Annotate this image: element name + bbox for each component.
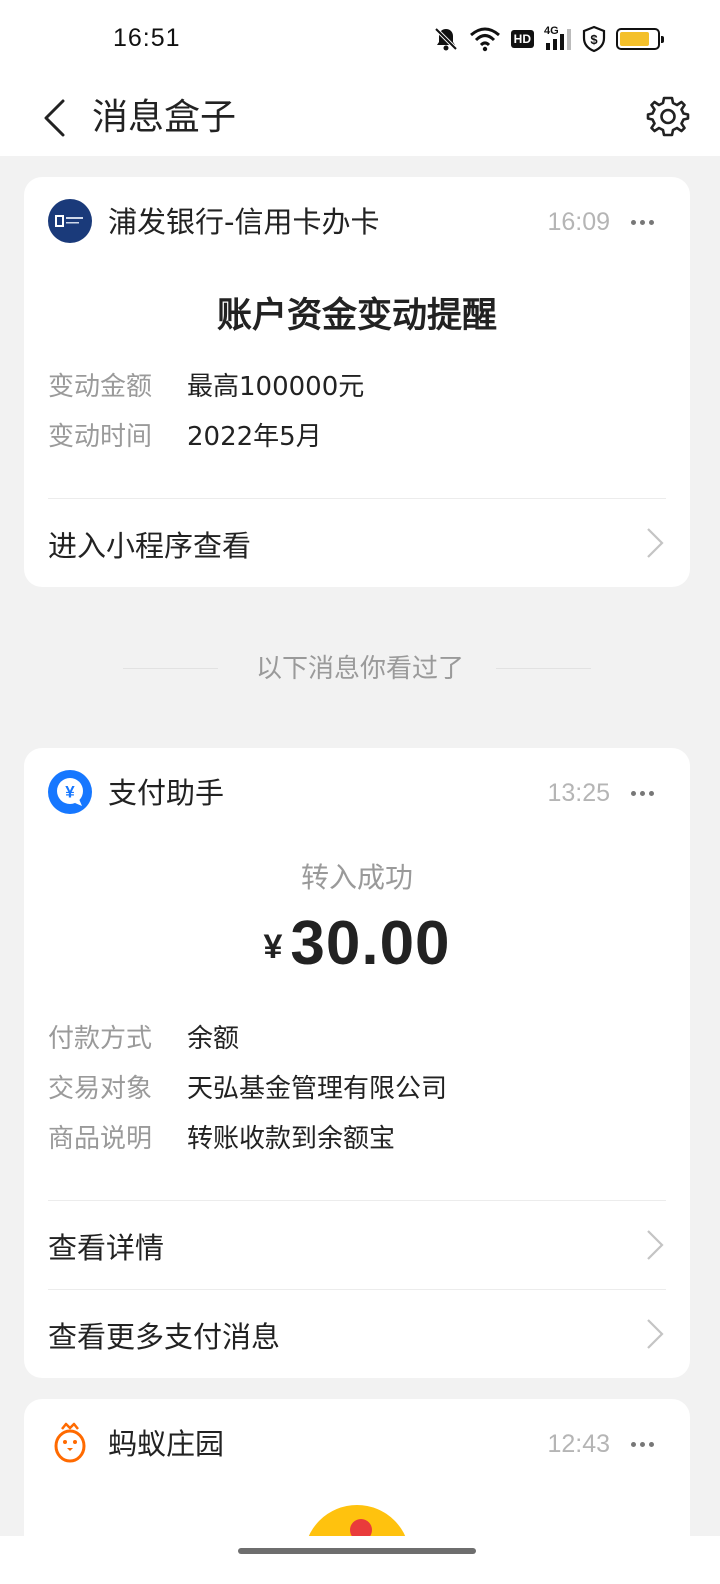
chevron-right-icon (647, 1230, 664, 1260)
more-payment-messages-link[interactable]: 查看更多支付消息 (48, 1304, 666, 1364)
field-value: 余额 (187, 1024, 240, 1054)
action-label: 进入小程序查看 (48, 529, 252, 563)
separator-text: 以下消息你看过了 (255, 654, 464, 684)
signal-icon: 4G (544, 25, 572, 51)
divider (48, 1200, 666, 1201)
chick-icon (48, 1421, 92, 1465)
settings-button[interactable] (644, 88, 692, 144)
svg-text:¥: ¥ (65, 783, 75, 802)
svg-text:$: $ (590, 32, 598, 47)
card-header: 浦发银行-信用卡办卡 16:09 (48, 199, 666, 245)
message-card-payment: ¥ 支付助手 13:25 转入成功 ¥30.00 付款方式 余额 交易对象 天弘… (24, 748, 690, 1378)
action-label: 查看更多支付消息 (48, 1320, 281, 1354)
message-time: 13:25 (547, 779, 610, 807)
field-value: 2022年5月 (187, 422, 322, 452)
home-indicator[interactable] (238, 1548, 476, 1554)
yuan-icon: ¥ (48, 770, 92, 814)
shield-dollar-icon: $ (582, 25, 606, 53)
transaction-amount: ¥30.00 (24, 908, 690, 979)
field-label: 商品说明 (48, 1124, 153, 1154)
battery-level (620, 32, 649, 46)
status-time: 16:51 (113, 24, 181, 52)
chevron-left-icon (44, 99, 65, 137)
field-row: 变动时间 2022年5月 (48, 419, 666, 455)
card-header: ¥ 支付助手 13:25 (48, 770, 666, 816)
currency-symbol: ¥ (263, 928, 283, 966)
message-time: 12:43 (547, 1430, 610, 1458)
sender-name: 蚂蚁庄园 (108, 1427, 225, 1461)
battery-icon (616, 28, 664, 50)
message-card-spdb: 浦发银行-信用卡办卡 16:09 账户资金变动提醒 变动金额 最高100000元… (24, 177, 690, 587)
card-header: 蚂蚁庄园 12:43 (48, 1421, 666, 1467)
transaction-status: 转入成功 (300, 861, 413, 894)
amount-value: 30.00 (290, 909, 451, 978)
open-miniprogram-link[interactable]: 进入小程序查看 (48, 513, 666, 573)
sender-name: 支付助手 (108, 776, 225, 810)
field-label: 变动金额 (48, 372, 153, 402)
chevron-right-icon (647, 1319, 664, 1349)
action-label: 查看详情 (48, 1231, 165, 1265)
more-icon[interactable] (626, 199, 658, 245)
divider (48, 1289, 666, 1290)
field-row: 商品说明 转账收款到余额宝 (48, 1121, 666, 1157)
status-icons: HD 4G $ (433, 24, 664, 54)
field-row: 变动金额 最高100000元 (48, 369, 666, 405)
gesture-bar (0, 1536, 720, 1584)
gear-icon (646, 96, 690, 137)
more-icon[interactable] (626, 1421, 658, 1467)
field-value: 转账收款到余额宝 (187, 1124, 396, 1154)
field-value: 最高100000元 (187, 372, 365, 402)
field-label: 变动时间 (48, 422, 153, 452)
view-details-link[interactable]: 查看详情 (48, 1215, 666, 1275)
nav-bar: 消息盒子 (0, 80, 720, 156)
field-row: 付款方式 余额 (48, 1021, 666, 1057)
chevron-right-icon (647, 528, 664, 558)
page-title: 消息盒子 (92, 97, 237, 138)
message-time: 16:09 (547, 208, 610, 236)
divider (48, 498, 666, 499)
separator-line (496, 668, 591, 669)
bell-muted-icon (433, 26, 459, 52)
status-bar: 16:51 HD 4G $ (0, 0, 720, 80)
back-button[interactable] (34, 92, 74, 144)
field-label: 付款方式 (48, 1024, 153, 1054)
field-label: 交易对象 (48, 1074, 153, 1104)
more-icon[interactable] (626, 770, 658, 816)
sender-name: 浦发银行-信用卡办卡 (108, 205, 380, 239)
field-value: 天弘基金管理有限公司 (187, 1074, 448, 1104)
field-row: 交易对象 天弘基金管理有限公司 (48, 1071, 666, 1107)
wifi-icon (469, 26, 501, 52)
seen-separator: 以下消息你看过了 (0, 650, 720, 690)
message-title: 账户资金变动提醒 (216, 296, 497, 336)
spdb-bank-logo (48, 199, 92, 243)
hd-voice-icon: HD (510, 30, 534, 48)
